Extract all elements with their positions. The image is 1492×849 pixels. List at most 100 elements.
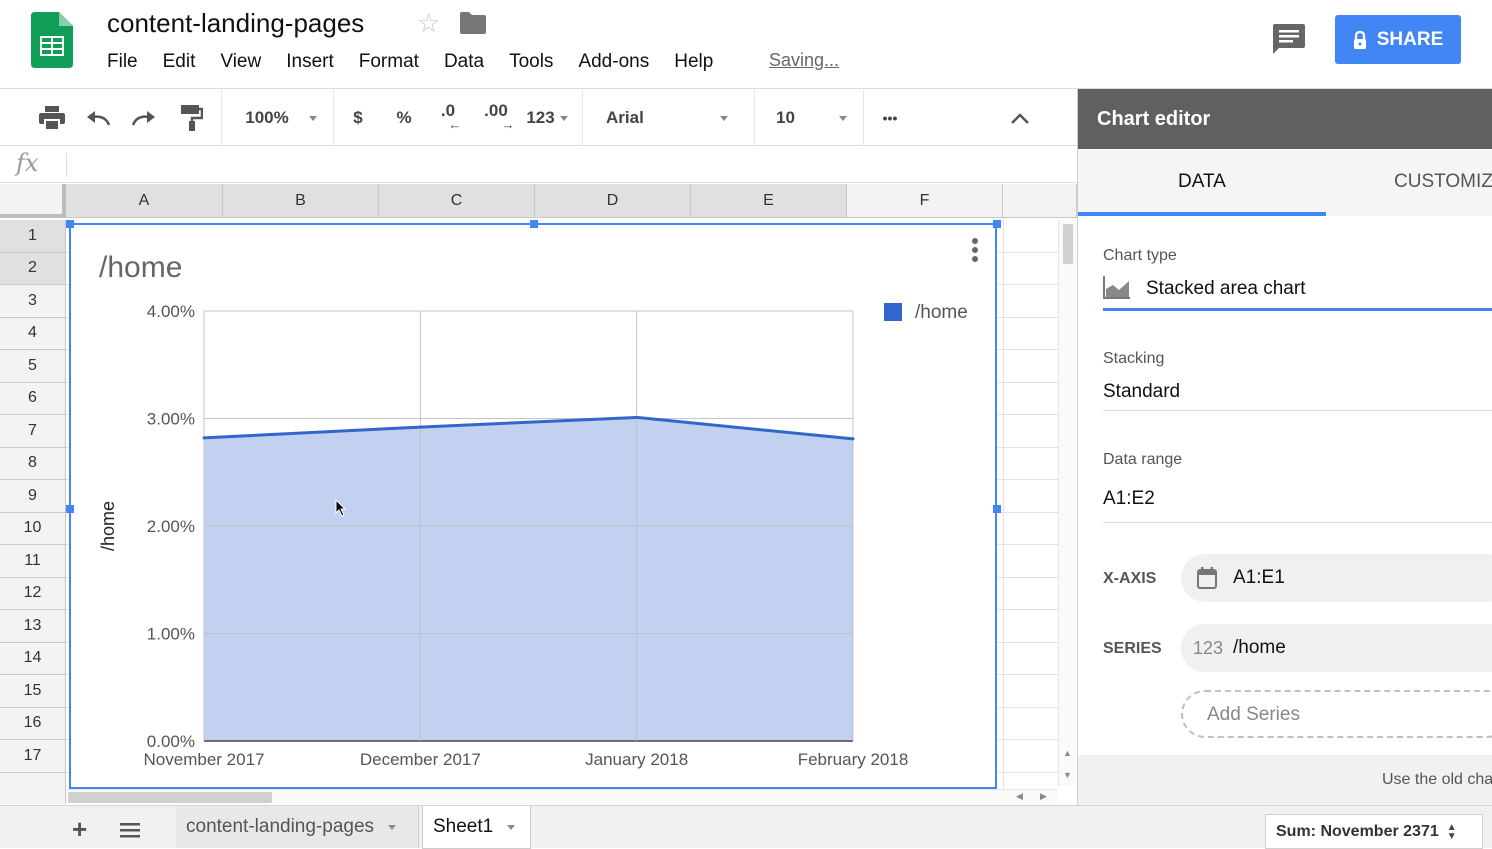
x-tick-label: January 2018 (585, 750, 688, 769)
column-header-c[interactable]: C (379, 184, 535, 218)
resize-handle-top[interactable] (530, 220, 538, 228)
embedded-chart[interactable]: /home 0.00% 1.00% 2.00% 3.00% 4.00% November … (66, 220, 1001, 789)
tab-customize[interactable]: CUSTOMIZ (1394, 171, 1492, 193)
share-label: SHARE (1376, 28, 1444, 50)
share-button[interactable]: SHARE (1335, 15, 1461, 64)
sum-updown-icon: ▲ ▼ (1446, 821, 1457, 842)
star-icon[interactable]: ☆ (417, 8, 440, 39)
number-format-select[interactable]: 123 (522, 90, 572, 146)
row-header-16[interactable]: 16 (0, 707, 66, 740)
row-header-2[interactable]: 2 (0, 252, 66, 285)
row-header-13[interactable]: 13 (0, 610, 66, 643)
column-header-g[interactable] (1003, 184, 1077, 218)
series-value: /home (1233, 637, 1286, 658)
data-range-input[interactable]: A1:E2 (1103, 488, 1155, 510)
paint-format-icon[interactable] (170, 90, 214, 146)
series-area (204, 417, 853, 741)
save-status[interactable]: Saving... (769, 50, 839, 71)
row-header-4[interactable]: 4 (0, 317, 66, 350)
font-select[interactable]: Arial (592, 90, 742, 146)
folder-icon[interactable] (460, 12, 486, 34)
column-header-a[interactable]: A (66, 184, 223, 218)
decrease-decimal-button[interactable]: .0 ← (428, 90, 468, 146)
menu-tools[interactable]: Tools (509, 51, 553, 75)
row-header-7[interactable]: 7 (0, 415, 66, 448)
undo-icon[interactable] (76, 90, 120, 146)
vertical-scrollbar[interactable]: ▲ ▼ (1058, 220, 1076, 786)
row-header-17[interactable]: 17 (0, 740, 66, 773)
horizontal-scrollbar[interactable]: ◀ ▶ (66, 789, 1058, 804)
menu-data[interactable]: Data (444, 51, 484, 75)
decrease-decimal-label: .0 (440, 101, 456, 120)
font-value: Arial (606, 108, 644, 127)
stacking-select[interactable]: Standard (1103, 381, 1180, 403)
sheet-tab-content-landing-pages[interactable]: content-landing-pages (176, 806, 419, 848)
chart-type-select[interactable]: Stacked area chart (1146, 278, 1305, 300)
y-tick-label: 2.00% (147, 517, 195, 536)
document-title[interactable]: content-landing-pages (107, 8, 364, 39)
row-header-8[interactable]: 8 (0, 447, 66, 480)
row-header-15[interactable]: 15 (0, 675, 66, 708)
resize-handle-top-right[interactable] (993, 220, 1001, 228)
add-series-button[interactable]: Add Series (1181, 690, 1492, 738)
scroll-up-icon[interactable]: ▲ (1063, 748, 1072, 758)
sum-indicator[interactable]: Sum: November 2371 ▲ ▼ (1265, 814, 1483, 849)
column-header-b[interactable]: B (223, 184, 379, 218)
series-chip[interactable]: 123 /home (1181, 624, 1492, 672)
row-header-5[interactable]: 5 (0, 350, 66, 383)
scroll-right-icon[interactable]: ▶ (1040, 791, 1047, 802)
row-header-1[interactable]: 1 (0, 220, 66, 253)
increase-decimal-button[interactable]: .00 → (474, 90, 518, 146)
use-old-chart-editor-link[interactable]: Use the old cha (1382, 771, 1492, 789)
column-header-e[interactable]: E (691, 184, 847, 218)
currency-format-button[interactable]: $ (340, 90, 376, 146)
vertical-scroll-thumb[interactable] (1063, 224, 1073, 264)
column-header-d[interactable]: D (535, 184, 691, 218)
select-all-corner[interactable] (0, 184, 66, 218)
all-sheets-icon[interactable] (120, 822, 140, 838)
menu-addons[interactable]: Add-ons (578, 51, 649, 75)
comments-icon[interactable] (1271, 24, 1305, 56)
menu-file[interactable]: File (107, 51, 138, 75)
row-header-14[interactable]: 14 (0, 642, 66, 675)
number-format-label: 123 (526, 108, 555, 127)
resize-handle-top-left[interactable] (66, 220, 74, 228)
more-icon[interactable]: ••• (870, 90, 910, 146)
calendar-icon (1197, 567, 1217, 589)
redo-icon[interactable] (122, 90, 166, 146)
resize-handle-right[interactable] (993, 505, 1001, 513)
zoom-select[interactable]: 100% (236, 90, 326, 146)
resize-handle-left[interactable] (66, 505, 74, 513)
sum-text: Sum: November 2371 (1276, 822, 1439, 840)
column-header-f[interactable]: F (847, 184, 1003, 218)
legend-swatch (884, 303, 902, 321)
collapse-chevron-icon[interactable] (1000, 90, 1040, 146)
xaxis-chip[interactable]: A1:E1 (1181, 554, 1492, 602)
row-header-9[interactable]: 9 (0, 480, 66, 513)
print-icon[interactable] (30, 90, 74, 146)
scroll-down-icon[interactable]: ▼ (1063, 770, 1072, 780)
sheet-tab-sheet1[interactable]: Sheet1 (422, 806, 531, 849)
percent-format-button[interactable]: % (386, 90, 422, 146)
menu-format[interactable]: Format (359, 51, 419, 75)
row-header-3[interactable]: 3 (0, 285, 66, 318)
font-size-select[interactable]: 10 (762, 90, 858, 146)
data-point (635, 415, 639, 419)
menu-insert[interactable]: Insert (286, 51, 334, 75)
row-header-6[interactable]: 6 (0, 382, 66, 415)
sheet-tab-label: content-landing-pages (186, 816, 375, 837)
scroll-left-icon[interactable]: ◀ (1016, 791, 1023, 802)
row-header-10[interactable]: 10 (0, 512, 66, 545)
sheets-logo-icon[interactable] (31, 12, 73, 68)
menu-view[interactable]: View (220, 51, 261, 75)
menu-help[interactable]: Help (674, 51, 713, 75)
row-header-18[interactable] (0, 772, 66, 804)
add-sheet-icon[interactable]: + (72, 816, 87, 842)
horizontal-scroll-thumb[interactable] (68, 792, 272, 803)
tab-data[interactable]: DATA (1178, 171, 1226, 193)
row-header-12[interactable]: 12 (0, 577, 66, 610)
arrow-left-icon: ← (448, 117, 462, 132)
menu-edit[interactable]: Edit (163, 51, 196, 75)
data-point (418, 425, 422, 429)
row-header-11[interactable]: 11 (0, 545, 66, 578)
